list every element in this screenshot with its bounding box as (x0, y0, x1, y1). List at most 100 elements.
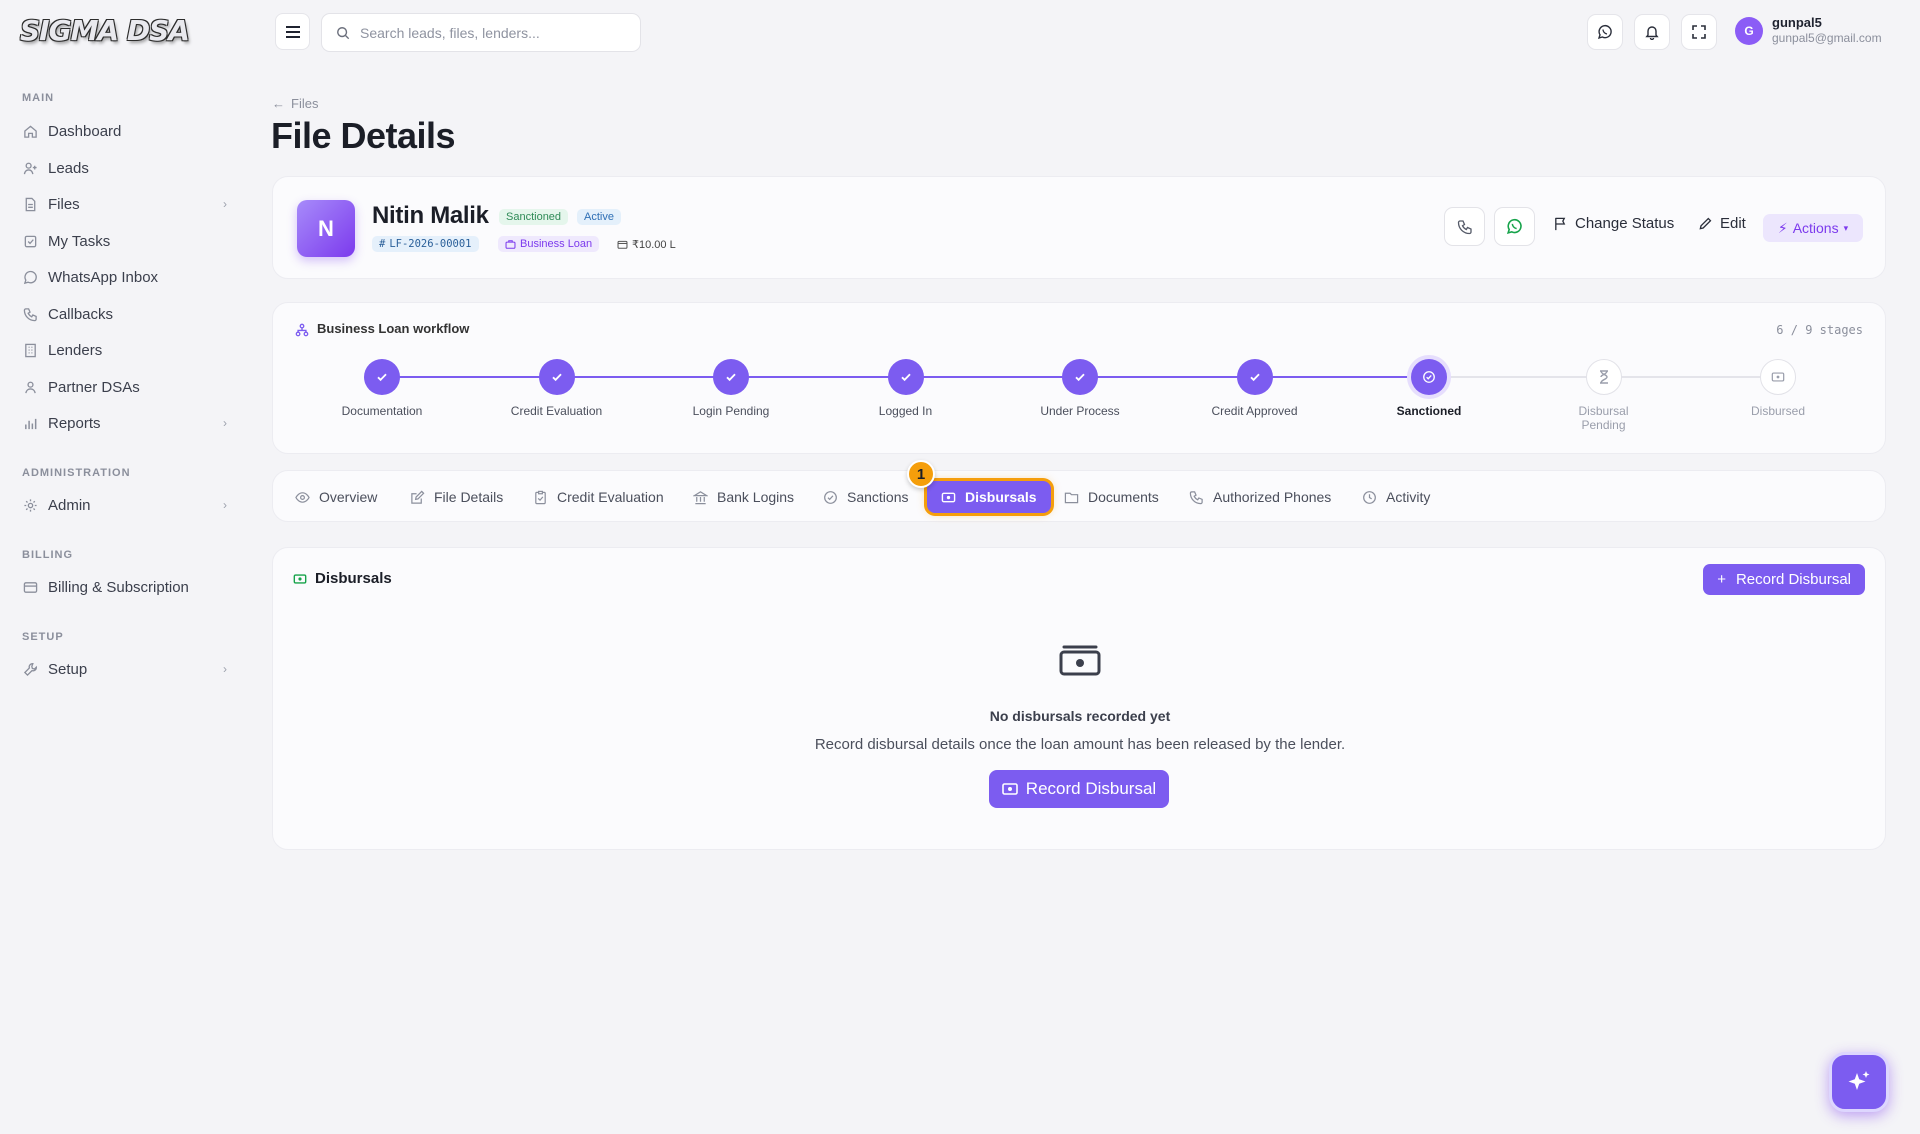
tab-label: Credit Evaluation (557, 489, 664, 505)
checklist-icon (22, 233, 38, 249)
chevron-right-icon: › (223, 498, 227, 512)
check-icon (900, 373, 911, 382)
sidebar-item-label: Billing & Subscription (48, 578, 189, 596)
sidebar-item-label: My Tasks (48, 232, 111, 250)
workflow-connector (1080, 376, 1255, 378)
tab-overview[interactable]: Overview (295, 481, 377, 513)
tab-bar: Overview File Details Credit Evaluation … (272, 470, 1886, 522)
sidebar-item-label: Callbacks (48, 305, 114, 323)
whatsapp-icon (1597, 24, 1612, 40)
sidebar-item-billing[interactable]: Billing & Subscription (22, 571, 227, 603)
workflow-icon (295, 323, 309, 337)
tab-activity[interactable]: Activity (1362, 481, 1430, 513)
stage-dot (538, 359, 575, 395)
sidebar-item-label: Setup (48, 660, 88, 678)
sidebar-item-lenders[interactable]: Lenders (22, 334, 227, 366)
sparkles-icon (1848, 1071, 1870, 1090)
whatsapp-icon (22, 269, 38, 285)
bank-icon (693, 490, 708, 504)
users-icon (22, 379, 38, 395)
workflow-title: Business Loan workflow (317, 321, 470, 336)
stage-label: Credit Evaluation (510, 404, 603, 418)
stage-label: Sanctioned (1396, 404, 1462, 418)
stage-dot (1411, 359, 1447, 395)
record-disbursal-button[interactable]: + Record Disbursal (1703, 564, 1865, 595)
notifications-button[interactable] (1634, 14, 1670, 50)
actions-dropdown[interactable]: ⚡ Actions ▾ (1763, 214, 1863, 242)
user-plus-icon (22, 160, 38, 176)
file-id: LF-2026-00001 (389, 238, 472, 250)
hash-icon: # (379, 238, 386, 250)
tab-disbursals[interactable]: Disbursals (927, 481, 1051, 513)
call-button[interactable] (1444, 207, 1485, 246)
ai-assistant-button[interactable] (1829, 1052, 1889, 1112)
tab-file-details[interactable]: File Details (410, 481, 503, 513)
check-icon (551, 373, 562, 382)
sidebar-item-whatsapp-inbox[interactable]: WhatsApp Inbox (22, 261, 227, 293)
search-input[interactable] (360, 24, 620, 41)
tab-label: Disbursals (965, 489, 1037, 505)
stage-label: Documentation (341, 404, 423, 418)
file-icon (22, 196, 38, 212)
sidebar-item-my-tasks[interactable]: My Tasks (22, 225, 227, 257)
plus-icon: + (1717, 571, 1726, 588)
chevron-right-icon: › (223, 662, 227, 676)
tab-bank-logins[interactable]: Bank Logins (693, 481, 794, 513)
sidebar-item-leads[interactable]: Leads (22, 152, 227, 184)
tab-authorized-phones[interactable]: Authorized Phones (1189, 481, 1331, 513)
cash-icon (941, 492, 956, 502)
sidebar-item-dashboard[interactable]: Dashboard (22, 115, 227, 147)
brand-logo[interactable]: SIGMA DSA (20, 14, 190, 48)
sidebar-item-partner-dsas[interactable]: Partner DSAs (22, 371, 227, 403)
whatsapp-button[interactable] (1494, 207, 1535, 246)
record-disbursal-empty-label: Record Disbursal (1025, 779, 1157, 798)
tab-label: Documents (1088, 489, 1159, 505)
cash-icon (293, 574, 307, 584)
whatsapp-icon (1506, 218, 1522, 235)
sidebar-item-files[interactable]: Files › (22, 188, 227, 220)
wrench-icon (22, 661, 38, 677)
chevron-right-icon: › (223, 416, 227, 430)
empty-state-title: No disbursals recorded yet (989, 708, 1171, 724)
tab-credit-evaluation[interactable]: Credit Evaluation (533, 481, 664, 513)
user-avatar[interactable]: G (1735, 17, 1763, 45)
bell-icon (1645, 26, 1659, 40)
sidebar-item-label: Dashboard (48, 122, 122, 140)
stage-label: Disbursed (1750, 404, 1806, 418)
menu-toggle-button[interactable] (275, 13, 310, 50)
whatsapp-button[interactable] (1587, 14, 1623, 50)
lead-summary-card: N Nitin Malik Sanctioned Active # LF-202… (272, 176, 1886, 279)
chevron-right-icon: › (223, 197, 227, 211)
edit-button[interactable]: Edit (1698, 215, 1746, 232)
fullscreen-icon (1692, 25, 1706, 39)
tab-label: Bank Logins (717, 489, 795, 505)
tab-documents[interactable]: Documents (1064, 481, 1159, 513)
breadcrumb-files[interactable]: Files (291, 96, 318, 111)
stage-label: Logged In (878, 404, 933, 418)
nav-section-billing: BILLING (22, 549, 73, 561)
workflow-connector (382, 376, 557, 378)
sidebar-item-label: Leads (48, 159, 89, 177)
disbursals-card: Disbursals + Record Disbursal No disburs… (272, 547, 1886, 850)
stage-dot (887, 359, 924, 395)
tab-sanctions[interactable]: Sanctions (823, 481, 908, 513)
lead-avatar: N (297, 200, 355, 257)
clock-icon (1363, 490, 1376, 504)
clipboard-icon (535, 490, 546, 504)
search-box[interactable] (321, 13, 641, 52)
sidebar-item-admin[interactable]: Admin › (22, 489, 227, 521)
sidebar-item-setup[interactable]: Setup › (22, 653, 227, 685)
stage-dot (1760, 359, 1796, 395)
chevron-down-icon: ▾ (1843, 222, 1849, 233)
record-disbursal-empty-button[interactable]: Record Disbursal (989, 770, 1169, 808)
sidebar: SIGMA DSA MAIN Dashboard Leads Files › M… (0, 0, 252, 1134)
pencil-icon (1699, 217, 1712, 230)
user-name[interactable]: gunpal5 (1772, 15, 1822, 30)
breadcrumb[interactable]: ← Files (272, 96, 318, 111)
sidebar-item-reports[interactable]: Reports › (22, 407, 227, 439)
fullscreen-button[interactable] (1681, 14, 1717, 50)
sidebar-item-callbacks[interactable]: Callbacks (22, 298, 227, 330)
nav-section-administration: ADMINISTRATION (22, 467, 131, 479)
change-status-button[interactable]: Change Status (1553, 215, 1674, 232)
cash-icon (1771, 372, 1785, 382)
